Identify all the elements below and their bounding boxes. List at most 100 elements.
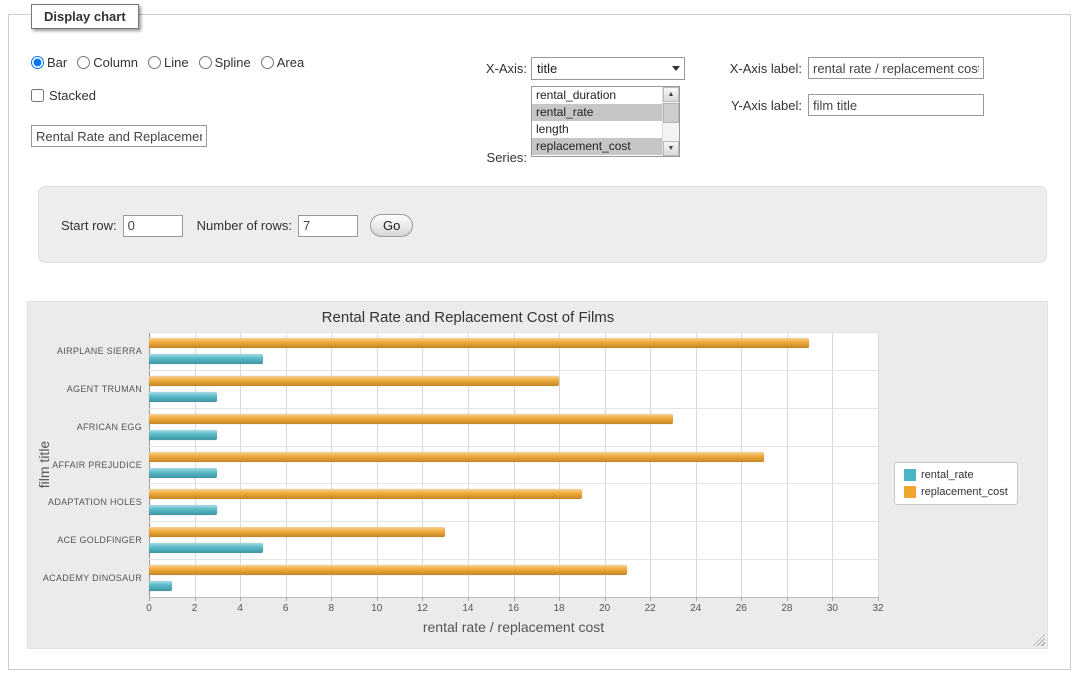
radio-label: Bar [47,55,67,70]
start-row-input[interactable] [123,215,183,237]
scroll-up-icon[interactable]: ▲ [663,87,679,102]
grid-line [559,332,560,597]
x-tick-label: 12 [407,603,437,614]
x-axis-selected-value: title [532,61,668,76]
radio-spline[interactable] [199,56,212,69]
grid-line [149,446,878,447]
chart-type-radio-area[interactable]: Area [261,55,304,70]
chart-title: Rental Rate and Replacement Cost of Film… [28,309,908,326]
bar-replacement_cost [149,338,809,348]
y-axis-label-field-label: Y-Axis label: [709,98,802,113]
radio-line[interactable] [148,56,161,69]
stacked-checkbox-row[interactable]: Stacked [31,88,96,103]
bar-replacement_cost [149,527,445,537]
x-tick-label: 32 [863,603,893,614]
legend-swatch [904,469,916,481]
tick-mark [832,597,833,601]
series-multiselect[interactable]: rental_durationrental_ratelengthreplacem… [531,86,680,157]
grid-line [149,370,878,371]
scroll-down-icon[interactable]: ▼ [663,141,679,156]
scrollbar-thumb[interactable] [663,103,679,123]
legend-swatch [904,486,916,498]
go-button[interactable]: Go [370,214,413,237]
series-option-rental_rate[interactable]: rental_rate [532,104,662,121]
tick-mark [331,597,332,601]
chart-type-radio-spline[interactable]: Spline [199,55,251,70]
row-range-row: Start row: Number of rows: Go [61,214,413,237]
x-axis-select[interactable]: title [531,57,685,80]
bar-rental_rate [149,543,263,553]
chart-type-radio-bar[interactable]: Bar [31,55,67,70]
grid-line [286,332,287,597]
tick-mark [605,597,606,601]
plot-area [149,332,878,597]
x-axis-title: rental rate / replacement cost [149,619,878,635]
grid-line [468,332,469,597]
bar-rental_rate [149,392,217,402]
series-option-replacement_cost[interactable]: replacement_cost [532,138,662,155]
bar-replacement_cost [149,376,559,386]
series-scrollbar[interactable]: ▲ ▼ [662,87,679,156]
bar-replacement_cost [149,414,673,424]
radio-label: Area [277,55,304,70]
radio-column[interactable] [77,56,90,69]
chart-legend: rental_rate replacement_cost [894,462,1018,505]
row-range-box: Start row: Number of rows: Go [38,186,1047,263]
chart-type-radio-column[interactable]: Column [77,55,138,70]
grid-line [514,332,515,597]
x-tick-label: 18 [544,603,574,614]
bar-replacement_cost [149,565,627,575]
grid-line [377,332,378,597]
legend-item-rental_rate[interactable]: rental_rate [904,469,1008,481]
chart-type-radio-line[interactable]: Line [148,55,189,70]
category-label: AIRPLANE SIERRA [28,346,142,356]
category-label: ACADEMY DINOSAUR [28,573,142,583]
grid-line [149,559,878,560]
series-option-length[interactable]: length [532,121,662,138]
stacked-checkbox[interactable] [31,89,44,102]
stacked-label: Stacked [49,88,96,103]
radio-area[interactable] [261,56,274,69]
tick-mark [377,597,378,601]
x-axis-label-field-label: X-Axis label: [709,61,802,76]
y-axis-line [149,332,150,597]
grid-line [878,332,879,597]
page: Display chart BarColumnLineSplineArea St… [0,0,1081,681]
bar-rental_rate [149,430,217,440]
category-label: ADAPTATION HOLES [28,497,142,507]
grid-line [240,332,241,597]
tick-mark [195,597,196,601]
radio-label: Line [164,55,189,70]
radio-bar[interactable] [31,56,44,69]
tick-mark [468,597,469,601]
category-label: AFRICAN EGG [28,422,142,432]
legend-label: rental_rate [921,469,974,481]
grid-line [149,483,878,484]
grid-line [650,332,651,597]
radio-label: Column [93,55,138,70]
tick-mark [422,597,423,601]
dropdown-arrow-icon [668,58,684,79]
display-chart-panel: Display chart BarColumnLineSplineArea St… [8,14,1071,670]
tick-mark [787,597,788,601]
resize-grip-icon[interactable] [1033,634,1045,646]
x-tick-label: 16 [499,603,529,614]
grid-line [696,332,697,597]
grid-line [195,332,196,597]
chart-title-input[interactable] [31,125,207,147]
number-of-rows-label: Number of rows: [197,218,292,233]
number-of-rows-input[interactable] [298,215,358,237]
tick-mark [741,597,742,601]
x-tick-label: 22 [635,603,665,614]
category-label: ACE GOLDFINGER [28,535,142,545]
y-axis-label-input[interactable] [808,94,984,116]
x-axis-label-input[interactable] [808,57,984,79]
tick-mark [559,597,560,601]
x-tick-label: 0 [134,603,164,614]
category-label: AFFAIR PREJUDICE [28,460,142,470]
series-option-rental_duration[interactable]: rental_duration [532,87,662,104]
legend-item-replacement_cost[interactable]: replacement_cost [904,486,1008,498]
grid-line [605,332,606,597]
grid-line [149,521,878,522]
scrollbar-track[interactable] [663,102,679,141]
